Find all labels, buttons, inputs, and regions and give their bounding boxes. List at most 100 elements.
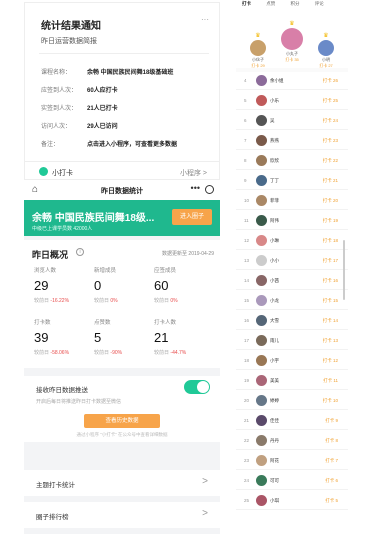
- ranking-row[interactable]: 21 佳佳 打卡 9: [236, 412, 348, 430]
- member-score: 打卡 6: [325, 478, 338, 483]
- member-name: 婷婷: [270, 398, 279, 403]
- ranking-row[interactable]: 12 小琳 打卡 18: [236, 232, 348, 250]
- ranking-tabs: 打卡 点赞 积分 评论: [236, 0, 348, 14]
- member-name: 小宇: [270, 358, 279, 363]
- member-name: 美美: [270, 378, 279, 383]
- podium-second[interactable]: ♛ 小伙子 打卡 29: [242, 32, 274, 69]
- metric-value: 29: [34, 278, 49, 293]
- member-score: 打卡 15: [322, 298, 338, 303]
- ranking-row[interactable]: 17 雨儿 打卡 13: [236, 332, 348, 350]
- ranking-row[interactable]: 8 欣欣 打卡 22: [236, 152, 348, 170]
- ranking-row[interactable]: 15 小龙 打卡 15: [236, 292, 348, 310]
- podium-third[interactable]: ♛ 小明 打卡 27: [310, 32, 342, 69]
- avatar: [256, 175, 267, 186]
- nav-row-topic-stats[interactable]: 主题打卡统计 >: [24, 470, 220, 496]
- ranking-row[interactable]: 7 燕燕 打卡 23: [236, 132, 348, 150]
- tab-comments[interactable]: 评论: [315, 1, 324, 7]
- rank-number: 10: [244, 198, 250, 203]
- toggle-description: 开启后每日将推送昨日打卡数据至微信: [36, 399, 122, 405]
- tab-points[interactable]: 积分: [291, 1, 300, 7]
- rank-number: 16: [244, 318, 250, 323]
- avatar: [256, 495, 267, 506]
- notice-subtitle: 昨日运营数据简报: [41, 38, 97, 45]
- change-label: 较前日: [34, 350, 50, 356]
- notice-row: 课程名称： 余畅 中国民族民间舞18级基础班: [41, 67, 173, 76]
- crown-icon: ♛: [323, 33, 329, 39]
- menu-dots-icon[interactable]: •••: [191, 183, 200, 193]
- member-score: 打卡 26: [322, 78, 338, 83]
- metric-value: 0: [94, 278, 102, 293]
- toggle-label: 接收昨日数据推送: [36, 387, 88, 394]
- avatar: [256, 395, 267, 406]
- member-name: 阿花: [270, 458, 279, 463]
- metric-cell: 浏览人数 29 较前日 -16.22%: [34, 266, 92, 304]
- row-key: 访问人次：: [41, 124, 72, 130]
- enter-circle-button[interactable]: 进入圈子: [172, 209, 212, 225]
- notification-card[interactable]: 统计结果通知 昨日运营数据简报 ··· 课程名称： 余畅 中国民族民间舞18级基础…: [24, 2, 220, 180]
- metric-label: 打卡人数: [154, 320, 177, 326]
- push-toggle-section: 接收昨日数据推送 开启后每日将推送昨日打卡数据至微信 查看历史数据 通过小程序 …: [24, 376, 220, 442]
- member-name: 吴: [270, 118, 275, 123]
- ranking-row[interactable]: 23 阿花 打卡 7: [236, 452, 348, 470]
- change-label: 较前日: [94, 298, 110, 304]
- toggle-knob: [197, 381, 209, 393]
- podium-first[interactable]: ♛ 小丸子 打卡 35: [276, 20, 308, 63]
- member-name: 小乐: [270, 98, 279, 103]
- mini-program-link[interactable]: 小程序 >: [180, 168, 207, 178]
- ranking-row[interactable]: 11 阿伟 打卡 19: [236, 212, 348, 230]
- scrollbar[interactable]: [343, 240, 345, 300]
- member-name: 菲菲: [270, 198, 279, 203]
- ranking-row[interactable]: 20 婷婷 打卡 10: [236, 392, 348, 410]
- row-value: 余畅 中国民族民间舞18级基础班: [87, 70, 174, 76]
- ranking-row[interactable]: 18 小宇 打卡 12: [236, 352, 348, 370]
- ranking-row[interactable]: 10 菲菲 打卡 20: [236, 192, 348, 210]
- change-delta: 0%: [110, 298, 118, 304]
- tab-checkin[interactable]: 打卡: [242, 1, 251, 7]
- tab-likes[interactable]: 点赞: [266, 1, 275, 7]
- crown-icon: ♛: [289, 21, 295, 27]
- podium-score: 打卡 35: [285, 57, 299, 62]
- member-score: 打卡 7: [325, 458, 338, 463]
- rank-number: 5: [244, 98, 247, 103]
- member-score: 打卡 25: [322, 98, 338, 103]
- member-name: 丁丁: [270, 178, 279, 183]
- notice-footer[interactable]: 小打卡 小程序 >: [25, 161, 219, 181]
- member-name: 燕燕: [270, 138, 279, 143]
- ranking-row[interactable]: 9 丁丁 打卡 21: [236, 172, 348, 190]
- member-score: 打卡 21: [322, 178, 338, 183]
- metric-cell: 应签成员 60 较前日 0%: [154, 266, 212, 304]
- rank-number: 12: [244, 238, 250, 243]
- avatar: [256, 295, 267, 306]
- notice-row: 实签到人次： 21人已打卡: [41, 103, 118, 112]
- avatar: [256, 355, 267, 366]
- view-history-button[interactable]: 查看历史数据: [84, 414, 160, 428]
- xiaodaka-logo-icon: [39, 167, 48, 176]
- row-value: 60人应打卡: [87, 88, 118, 94]
- toggle-hint: 通过小程序 “小打卡” 在公众号中查看详细数据: [76, 432, 168, 437]
- ranking-row[interactable]: 25 小琪 打卡 5: [236, 492, 348, 510]
- push-toggle-switch[interactable]: [184, 380, 210, 394]
- ranking-row[interactable]: 5 小乐 打卡 25: [236, 92, 348, 110]
- avatar: [256, 135, 267, 146]
- ranking-row[interactable]: 22 丹丹 打卡 8: [236, 432, 348, 450]
- ranking-row[interactable]: 19 美美 打卡 11: [236, 372, 348, 390]
- metric-change: 较前日 -58.06%: [34, 349, 92, 356]
- ranking-row[interactable]: 4 余小姐 打卡 26: [236, 72, 348, 90]
- ranking-row[interactable]: 24 可可 打卡 6: [236, 472, 348, 490]
- rank-number: 4: [244, 78, 247, 83]
- metric-label: 打卡数: [34, 320, 51, 326]
- nav-row-leaderboard[interactable]: 圈子排行榜 >: [24, 502, 220, 528]
- ranking-row[interactable]: 13 小小 打卡 17: [236, 252, 348, 270]
- ranking-row[interactable]: 6 吴 打卡 24: [236, 112, 348, 130]
- ranking-row[interactable]: 14 小茜 打卡 16: [236, 272, 348, 290]
- info-icon[interactable]: i: [76, 248, 84, 256]
- ranking-row[interactable]: 16 大雪 打卡 14: [236, 312, 348, 330]
- avatar: [281, 28, 303, 50]
- notice-title: 统计结果通知: [41, 21, 101, 32]
- update-date: 数据更新至 2019-04-29: [162, 251, 214, 257]
- avatar: [250, 40, 266, 56]
- member-score: 打卡 18: [322, 238, 338, 243]
- close-target-icon[interactable]: [205, 185, 214, 194]
- more-menu-icon[interactable]: ···: [201, 15, 209, 24]
- avatar: [256, 415, 267, 426]
